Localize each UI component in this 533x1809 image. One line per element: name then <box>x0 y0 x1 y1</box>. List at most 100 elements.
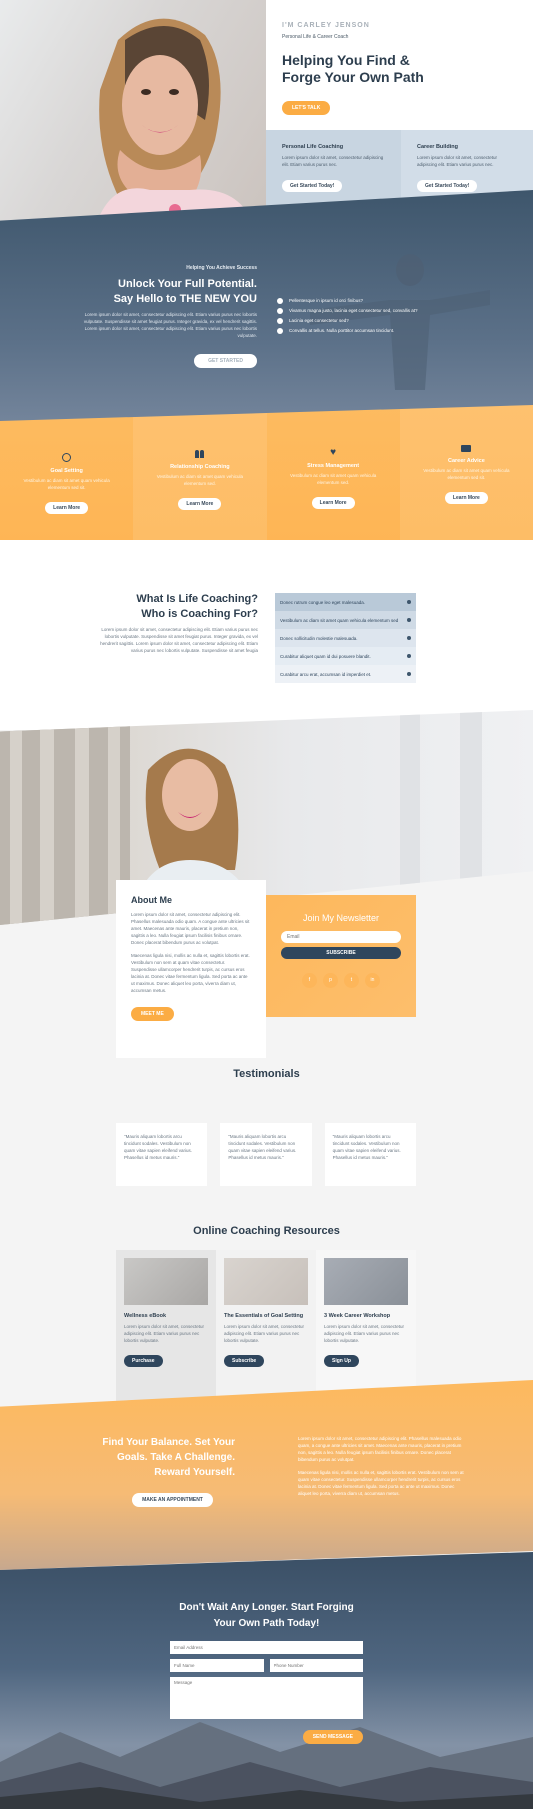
feature-title: Stress Management <box>307 463 360 469</box>
balance-title-1: Find Your Balance. Set Your <box>102 1437 235 1448</box>
expand-icon <box>407 672 411 676</box>
lets-talk-button[interactable]: LET'S TALK <box>282 101 331 115</box>
target-icon <box>62 453 72 462</box>
feature-career: Career Advice Vestibulum ac diam sit ame… <box>400 445 533 514</box>
sign-up-button[interactable]: Sign Up <box>324 1355 359 1367</box>
resource-title: Wellness eBook <box>124 1313 167 1319</box>
contact-title-2: Your Own Path Today! <box>213 1618 320 1629</box>
faq-item[interactable]: Curabitur aliquet quam id dui posuere bl… <box>275 647 416 665</box>
subscribe-button[interactable]: SUBSCRIBE <box>281 947 401 959</box>
resource-text: Lorem ipsum dolor sit amet, consectetur … <box>324 1324 405 1343</box>
resource-image <box>224 1258 308 1305</box>
make-appointment-button[interactable]: MAKE AN APPOINTMENT <box>132 1493 213 1507</box>
coaching-title-1: What Is Life Coaching? <box>136 593 258 605</box>
newsletter-email-input[interactable] <box>281 931 401 943</box>
hero-subtitle: Personal Life & Career Coach <box>282 34 349 40</box>
newsletter-title: Join My Newsletter <box>302 913 380 923</box>
learn-more-button[interactable]: Learn More <box>45 502 89 514</box>
potential-title-1: Unlock Your Full Potential. <box>118 278 257 290</box>
hero-title: Helping You Find & Forge Your Own Path <box>282 52 424 85</box>
learn-more-button[interactable]: Learn More <box>444 492 488 504</box>
balance-title-3: Reward Yourself. <box>154 1467 235 1478</box>
contact-phone-input[interactable] <box>269 1659 363 1672</box>
testimonial-card: "Mauris aliquam lobortis arcu tincidunt … <box>116 1123 208 1186</box>
potential-eyebrow: Helping You Achieve Success <box>186 265 257 271</box>
resource-text: Lorem ipsum dolor sit amet, consectetur … <box>124 1324 205 1343</box>
expand-icon <box>407 618 411 622</box>
testimonials-row: "Mauris aliquam lobortis arcu tincidunt … <box>116 1123 416 1186</box>
coaching-title-2: Who is Coaching For? <box>141 608 258 620</box>
linkedin-icon[interactable]: in <box>365 973 380 988</box>
contact-email-input[interactable] <box>170 1641 363 1654</box>
feature-title: Goal Setting <box>50 468 83 474</box>
balance-right: Lorem ipsum dolor sit amet, consectetur … <box>298 1435 468 1497</box>
feature-title: Career Advice <box>447 458 485 464</box>
resource-title: 3 Week Career Workshop <box>324 1313 391 1319</box>
about-card: About Me Lorem ipsum dolor sit amet, con… <box>116 880 266 1058</box>
resource-image <box>324 1258 408 1305</box>
testimonial-card: "Mauris aliquam lobortis arcu tincidunt … <box>324 1123 416 1186</box>
faq-item[interactable]: Donec sollicitudin molestie malesuada. <box>275 629 416 647</box>
testimonials-title: Testimonials <box>233 1068 300 1080</box>
faq-item[interactable]: Curabitur arcu erat, accumsan id imperdi… <box>275 665 416 683</box>
resource-card: Wellness eBook Lorem ipsum dolor sit ame… <box>116 1250 216 1405</box>
coaching-intro: What Is Life Coaching? Who is Coaching F… <box>90 593 258 654</box>
potential-text: Lorem ipsum dolor sit amet, consectetur … <box>83 312 257 338</box>
resources-row: Wellness eBook Lorem ipsum dolor sit ame… <box>116 1250 416 1405</box>
check-icon <box>277 297 283 304</box>
check-icon <box>277 307 283 314</box>
balance-left: Find Your Balance. Set Your Goals. Take … <box>70 1435 235 1507</box>
resource-card: 3 Week Career Workshop Lorem ipsum dolor… <box>316 1250 416 1405</box>
facebook-icon[interactable]: f <box>302 973 317 988</box>
resources-title: Online Coaching Resources <box>193 1225 340 1237</box>
twitter-icon[interactable]: t <box>344 973 359 988</box>
heart-icon: ♥ <box>330 447 337 458</box>
feature-text: Vestibulum ac diam sit amet quam vehicul… <box>289 473 377 485</box>
contact-title-1: Don't Wait Any Longer. Start Forging <box>179 1602 354 1613</box>
learn-more-button[interactable]: Learn More <box>178 498 222 510</box>
purchase-button[interactable]: Purchase <box>124 1355 163 1367</box>
faq-item[interactable]: Donec rutrum congue leo eget malesuada. <box>275 593 416 611</box>
balance-title-2: Goals. Take A Challenge. <box>117 1452 235 1463</box>
send-message-button[interactable]: SEND MESSAGE <box>302 1730 363 1744</box>
subscribe-button[interactable]: Subscribe <box>224 1355 265 1367</box>
hero-card-title: Personal Life Coaching <box>282 144 344 150</box>
check-icon <box>277 317 283 324</box>
check-item: Lacinia eget consectetur sed? <box>277 317 427 324</box>
contact-message-input[interactable] <box>170 1677 363 1719</box>
check-item: Vivamus magna justo, lacinia eget consec… <box>277 307 427 314</box>
check-icon <box>277 327 283 334</box>
expand-icon <box>407 654 411 658</box>
potential-checklist: Pellentesque in ipsum id orci finibus? V… <box>277 297 427 337</box>
about-text-2: Maecenas ligula nisi, mollis ac nulla et… <box>131 953 250 993</box>
expand-icon <box>407 636 411 640</box>
coaching-section-bg <box>0 540 533 730</box>
balance-text-2: Maecenas ligula nisi, mollis ac nulla et… <box>298 1470 464 1496</box>
hero-eyebrow: I'M CARLEY JENSON <box>282 22 370 29</box>
resource-text: Lorem ipsum dolor sit amet, consectetur … <box>224 1324 305 1343</box>
people-icon <box>195 450 205 458</box>
get-started-button[interactable]: GET STARTED <box>194 354 257 368</box>
pinterest-icon[interactable]: p <box>323 973 338 988</box>
coaching-text: Lorem ipsum dolor sit amet, consectetur … <box>100 627 258 653</box>
meet-me-button[interactable]: MEET ME <box>131 1007 174 1021</box>
expand-icon <box>407 600 411 604</box>
about-photo <box>0 710 533 925</box>
about-text-1: Lorem ipsum dolor sit amet, consectetur … <box>131 912 250 945</box>
feature-text: Vestibulum ac diam sit amet quam vehicul… <box>23 478 110 490</box>
feature-stress: ♥ Stress Management Vestibulum ac diam s… <box>267 448 400 514</box>
features-content: Goal Setting Vestibulum ac diam sit amet… <box>0 445 533 514</box>
potential-left: Helping You Achieve Success Unlock Your … <box>80 265 257 368</box>
feature-relationship: Relationship Coaching Vestibulum ac diam… <box>133 450 266 514</box>
contact-name-input[interactable] <box>170 1659 264 1672</box>
hero-card-title: Career Building <box>417 144 458 150</box>
newsletter-card: Join My Newsletter SUBSCRIBE f p t in <box>266 895 416 1017</box>
get-started-button[interactable]: Get Started Today! <box>282 180 343 192</box>
potential-title-2: Say Hello to THE NEW YOU <box>113 293 257 305</box>
feature-text: Vestibulum ac diam sit amet quam vehicul… <box>156 474 244 486</box>
resource-title: The Essentials of Goal Setting <box>224 1313 304 1319</box>
get-started-button[interactable]: Get Started Today! <box>417 180 478 192</box>
resource-image <box>124 1258 208 1305</box>
learn-more-button[interactable]: Learn More <box>311 497 355 509</box>
faq-item[interactable]: Vestibulum ac diam sit amet quam vehicul… <box>275 611 416 629</box>
